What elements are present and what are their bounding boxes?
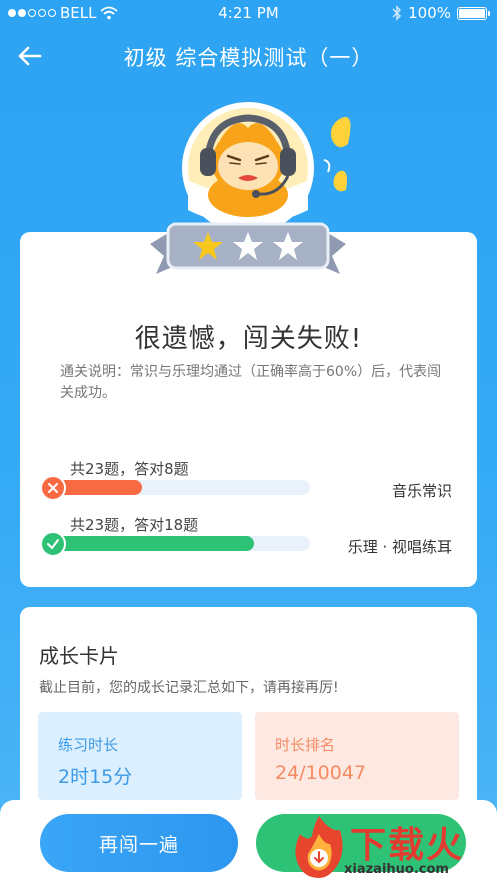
pass-rule-note: 通关说明：常识与乐理均通过（正确率高于60%）后，代表闯关成功。 — [60, 364, 442, 401]
bluetooth-icon — [392, 5, 402, 21]
time-rank-value: 24/10047 — [275, 762, 367, 784]
watermark-text: 下载火 — [350, 825, 465, 866]
score-count: 共23题，答对18题 — [70, 516, 199, 534]
score-bar — [52, 536, 254, 551]
watermark-url: xiazaihuo.com — [344, 862, 449, 877]
score-track — [52, 480, 310, 495]
time-rank-label: 时长排名 — [275, 736, 336, 754]
result-title: 很遗憾，闯关失败! — [134, 324, 363, 354]
growth-card-title: 成长卡片 — [39, 644, 119, 668]
practice-time-card: 练习时长 2时15分 — [38, 712, 242, 800]
subject-label: 乐理 · 视唱练耳 — [347, 538, 452, 556]
practice-time-value: 2时15分 — [58, 766, 133, 788]
nav-bar: 初级 综合模拟测试（一） — [0, 34, 497, 78]
score-row-music-knowledge: 共23题，答对8题 音乐常识 — [38, 458, 468, 501]
watermark: 下载火 xiazaihuo.com — [288, 812, 496, 883]
battery-icon — [457, 6, 490, 20]
score-track — [52, 536, 310, 551]
practice-time-label: 练习时长 — [58, 736, 119, 754]
growth-card-subtitle: 截止目前，您的成长记录汇总如下，请再接再厉! — [39, 680, 339, 696]
retry-button[interactable]: 再闯一遍 — [40, 814, 238, 872]
score-row-music-theory: 共23题，答对18题 乐理 · 视唱练耳 — [38, 514, 468, 557]
flame-logo-icon — [295, 816, 343, 878]
growth-card: 成长卡片 截止目前，您的成长记录汇总如下，请再接再厉! 练习时长 2时15分 时… — [20, 607, 477, 827]
time-rank-card: 时长排名 24/10047 — [255, 712, 459, 800]
fail-icon — [40, 475, 66, 501]
battery-percent: 100% — [408, 4, 451, 22]
score-count: 共23题，答对8题 — [70, 460, 189, 478]
subject-label: 音乐常识 — [391, 482, 452, 500]
status-bar: BELL 4:21 PM 100% — [0, 0, 497, 26]
check-icon — [40, 531, 66, 557]
page-title: 初级 综合模拟测试（一） — [123, 46, 374, 70]
mascot-illustration — [150, 102, 351, 274]
status-bar-right: 100% — [392, 4, 490, 22]
